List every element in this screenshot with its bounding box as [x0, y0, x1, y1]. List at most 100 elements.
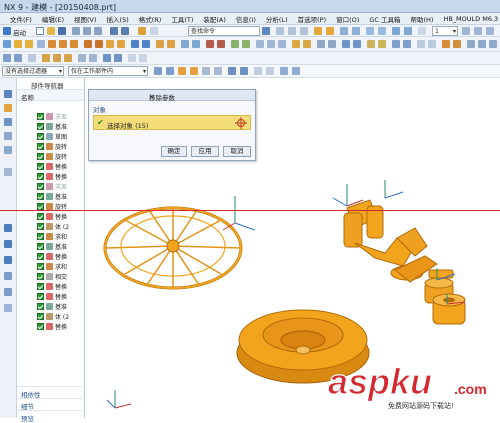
- copy-to-layer-icon[interactable]: [486, 27, 494, 35]
- crosshair-select-icon[interactable]: [235, 117, 247, 129]
- menu-item-file[interactable]: 文件(F): [5, 14, 37, 24]
- visibility-checkbox[interactable]: [37, 163, 44, 170]
- filter-settings-icon[interactable]: [154, 67, 162, 75]
- remove-parameters-icon[interactable]: [442, 40, 450, 48]
- feature-tree-item[interactable]: 体 (2: [37, 222, 69, 231]
- thicken-icon[interactable]: [192, 40, 200, 48]
- select-curve-icon[interactable]: [214, 67, 222, 75]
- start-icon[interactable]: [3, 27, 11, 35]
- snap-center-icon[interactable]: [64, 54, 72, 62]
- delete-face-icon[interactable]: [217, 40, 225, 48]
- undo-icon[interactable]: [110, 27, 118, 35]
- assembly-icon[interactable]: [342, 40, 350, 48]
- web-browser-icon[interactable]: [4, 168, 12, 176]
- menu-item-window[interactable]: 窗口(O): [331, 14, 364, 24]
- offset-face-icon[interactable]: [181, 40, 189, 48]
- snap-point-icon[interactable]: [417, 40, 425, 48]
- visibility-checkbox[interactable]: [37, 183, 44, 190]
- tab-dependencies[interactable]: 相依性: [17, 386, 85, 399]
- copy-icon[interactable]: [83, 27, 91, 35]
- add-component-icon[interactable]: [353, 40, 361, 48]
- toolbar-options-icon[interactable]: [418, 27, 426, 35]
- feature-tree-item[interactable]: 体 (2: [37, 312, 69, 321]
- linkage-mechanism-part[interactable]: [332, 180, 466, 325]
- feature-tree-item[interactable]: 求和: [37, 262, 67, 271]
- roles-icon[interactable]: [4, 288, 12, 296]
- visibility-checkbox[interactable]: [37, 243, 44, 250]
- start-button[interactable]: 启动: [13, 27, 26, 37]
- unite-icon[interactable]: [48, 40, 56, 48]
- select-point-icon[interactable]: [280, 67, 288, 75]
- menu-item-insert[interactable]: 插入(S): [102, 14, 134, 24]
- menu-item-edit[interactable]: 编辑(E): [37, 14, 69, 24]
- visibility-checkbox[interactable]: [37, 303, 44, 310]
- layer-manager-icon[interactable]: [462, 27, 470, 35]
- update-icon[interactable]: [478, 40, 486, 48]
- hd3d-tools-icon[interactable]: [4, 146, 12, 154]
- split-body-icon[interactable]: [167, 40, 175, 48]
- datum-plane-icon[interactable]: [37, 40, 45, 48]
- menu-item-assembly[interactable]: 装配(A): [198, 14, 231, 24]
- menu-item-preferences[interactable]: 首选项(P): [293, 14, 332, 24]
- subtract-icon[interactable]: [59, 40, 67, 48]
- new-file-icon[interactable]: [36, 27, 44, 35]
- deselect-icon[interactable]: [28, 54, 36, 62]
- arc-icon[interactable]: [278, 40, 286, 48]
- cancel-button[interactable]: 取消: [223, 146, 251, 157]
- view-section-icon[interactable]: [392, 40, 400, 48]
- feature-tree-item[interactable]: 基准: [37, 122, 67, 131]
- feature-tree-item[interactable]: 求差: [37, 112, 67, 121]
- edge-blend-icon[interactable]: [84, 40, 92, 48]
- apply-button[interactable]: 应用: [191, 146, 219, 157]
- measure-distance-icon[interactable]: [317, 40, 325, 48]
- visibility-checkbox[interactable]: [37, 253, 44, 260]
- line-icon[interactable]: [267, 40, 275, 48]
- pattern-feature-icon[interactable]: [131, 40, 139, 48]
- visibility-checkbox[interactable]: [37, 213, 44, 220]
- constraint-navigator-icon[interactable]: [4, 104, 12, 112]
- zoom-icon[interactable]: [288, 27, 296, 35]
- select-datum-icon[interactable]: [266, 67, 274, 75]
- system-materials-icon[interactable]: [4, 240, 12, 248]
- history-icon[interactable]: [4, 224, 12, 232]
- more-tools-icon[interactable]: [489, 40, 497, 48]
- manufacturing-wizard-icon[interactable]: [4, 272, 12, 280]
- layer-select[interactable]: 1 ▾: [432, 26, 458, 36]
- menu-item-gc-toolbox[interactable]: GC 工具箱: [364, 14, 405, 24]
- menu-item-tools[interactable]: 工具(T): [166, 14, 198, 24]
- snap-endpoint-icon[interactable]: [42, 54, 50, 62]
- select-feature-icon[interactable]: [166, 67, 174, 75]
- pull-face-icon[interactable]: [242, 40, 250, 48]
- clip-section-icon[interactable]: [403, 40, 411, 48]
- visibility-checkbox[interactable]: [37, 153, 44, 160]
- select-sheet-icon[interactable]: [254, 67, 262, 75]
- tab-preview[interactable]: 预览: [17, 410, 85, 423]
- mould-wizard-icon[interactable]: [367, 40, 375, 48]
- visibility-checkbox[interactable]: [37, 293, 44, 300]
- assembly-navigator-icon[interactable]: [4, 90, 12, 98]
- mirror-feature-icon[interactable]: [142, 40, 150, 48]
- select-all-icon[interactable]: [14, 54, 22, 62]
- menu-item-analysis[interactable]: 分析(L): [261, 14, 293, 24]
- visibility-checkbox[interactable]: [37, 323, 44, 330]
- feature-history-icon[interactable]: [467, 40, 475, 48]
- visibility-checkbox[interactable]: [37, 123, 44, 130]
- snap-quadrant-icon[interactable]: [78, 54, 86, 62]
- ok-button[interactable]: 确定: [161, 146, 187, 157]
- extrude-icon[interactable]: [14, 40, 22, 48]
- surface-icon[interactable]: [292, 40, 300, 48]
- visibility-checkbox[interactable]: [37, 233, 44, 240]
- wcs-icon[interactable]: [404, 27, 412, 35]
- rotate-view-icon[interactable]: [300, 27, 308, 35]
- reuse-library-icon[interactable]: [4, 132, 12, 140]
- feature-tree-item[interactable]: 草图: [37, 132, 67, 141]
- feature-tree-item[interactable]: 旋转: [37, 142, 67, 151]
- visibility-checkbox[interactable]: [37, 193, 44, 200]
- select-face-icon[interactable]: [190, 67, 198, 75]
- sketch-icon[interactable]: [3, 40, 11, 48]
- redo-icon[interactable]: [121, 27, 129, 35]
- command-finder-icon[interactable]: [138, 27, 146, 35]
- intersect-icon[interactable]: [70, 40, 78, 48]
- menu-item-help[interactable]: 帮助(H): [405, 14, 438, 24]
- measure-body-icon[interactable]: [328, 40, 336, 48]
